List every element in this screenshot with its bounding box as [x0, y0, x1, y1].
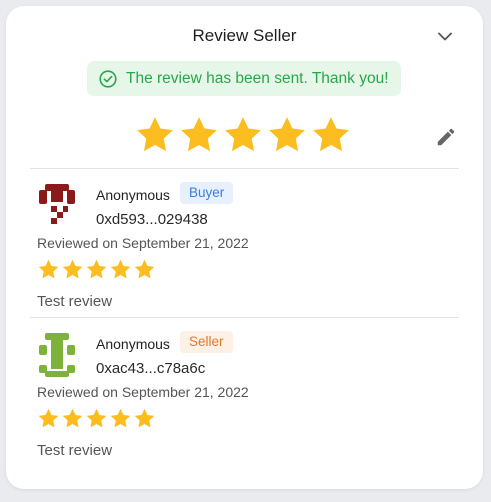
avatar: [37, 331, 77, 379]
star-icon: [62, 408, 83, 428]
star-icon: [86, 408, 107, 428]
reviewer-name: Anonymous: [96, 336, 170, 352]
toast-message: The review has been sent. Thank you!: [126, 69, 389, 87]
review-star-rating: [37, 407, 156, 430]
review-seller-panel: Review Seller The review has been sent. …: [6, 6, 483, 489]
divider: [30, 168, 459, 169]
overall-star-rating[interactable]: [134, 114, 352, 156]
divider: [30, 317, 459, 318]
star-icon: [110, 408, 131, 428]
pencil-icon: [437, 128, 455, 146]
success-toast: The review has been sent. Thank you!: [87, 61, 401, 96]
overall-rating-row: [6, 114, 483, 158]
star-icon[interactable]: [222, 114, 264, 156]
panel-header: Review Seller: [6, 6, 483, 62]
star-icon: [62, 259, 83, 279]
panel-title: Review Seller: [192, 26, 297, 45]
star-icon: [134, 259, 155, 279]
star-icon: [38, 408, 59, 428]
role-badge: Seller: [180, 331, 233, 353]
chevron-down-icon: [438, 32, 452, 40]
star-icon[interactable]: [266, 114, 308, 156]
review-date: Reviewed on September 21, 2022: [37, 384, 249, 400]
avatar: [37, 182, 77, 230]
collapse-button[interactable]: [433, 24, 457, 48]
role-badge: Buyer: [180, 182, 234, 204]
star-icon: [110, 259, 131, 279]
edit-button[interactable]: [435, 126, 457, 148]
star-icon: [134, 408, 155, 428]
star-icon: [38, 259, 59, 279]
wallet-address[interactable]: 0xd593...029438: [96, 211, 208, 228]
review-item: Anonymous Buyer 0xd593...029438 Reviewed…: [37, 174, 457, 319]
check-circle-icon: [99, 69, 117, 88]
review-item: Anonymous Seller 0xac43...c78a6c Reviewe…: [37, 323, 457, 468]
star-icon[interactable]: [310, 114, 352, 156]
wallet-address[interactable]: 0xac43...c78a6c: [96, 360, 205, 377]
review-date: Reviewed on September 21, 2022: [37, 235, 249, 251]
star-icon[interactable]: [134, 114, 176, 156]
review-comment: Test review: [37, 293, 113, 310]
star-icon: [86, 259, 107, 279]
review-comment: Test review: [37, 442, 113, 459]
star-icon[interactable]: [178, 114, 220, 156]
reviewer-name: Anonymous: [96, 187, 170, 203]
review-star-rating: [37, 258, 156, 281]
